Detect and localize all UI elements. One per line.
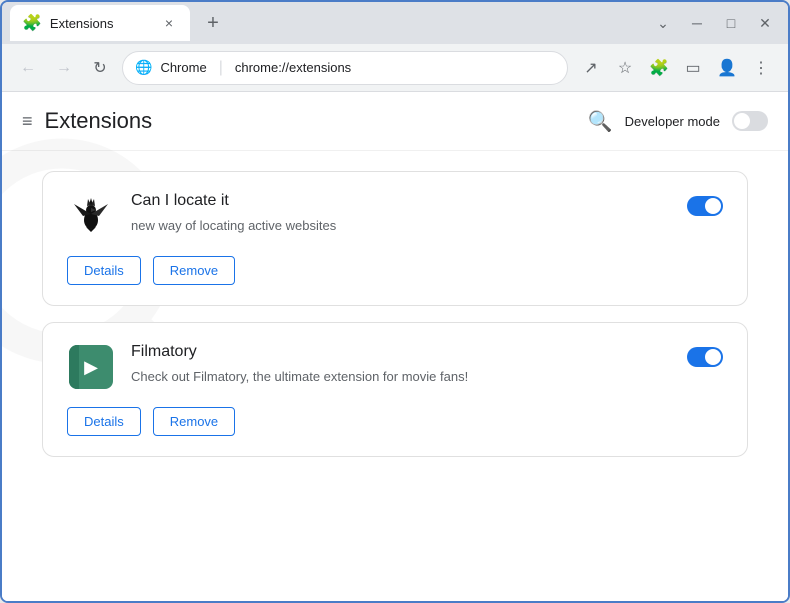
search-icon[interactable]: 🔍 (588, 109, 613, 134)
browser-toolbar: ← → ↻ 🌐 Chrome | chrome://extensions ↗ ☆… (2, 44, 788, 92)
browser-window: 🧩 Extensions × + ⌄ ─ □ ✕ ← → ↻ 🌐 Chrome … (0, 0, 790, 603)
extension-toggle-can-locate[interactable] (687, 196, 723, 216)
refresh-button[interactable]: ↻ (86, 54, 114, 82)
extension-card-filmatory: Filmatory Check out Filmatory, the ultim… (42, 322, 748, 457)
extensions-button[interactable]: 🧩 (644, 53, 674, 83)
new-tab-button[interactable]: + (198, 8, 228, 38)
developer-mode-label: Developer mode (625, 114, 720, 129)
title-bar: 🧩 Extensions × + ⌄ ─ □ ✕ (2, 2, 788, 44)
extension-card-can-locate: Can I locate it new way of locating acti… (42, 171, 748, 306)
profile-button[interactable]: 👤 (712, 53, 742, 83)
page-title: Extensions (45, 108, 588, 134)
details-button-filmatory[interactable]: Details (67, 407, 141, 436)
window-controls: ⌄ ─ □ ✕ (648, 12, 780, 34)
window-minimize-button[interactable]: ─ (682, 12, 712, 34)
window-collapse-button[interactable]: ⌄ (648, 12, 678, 34)
chrome-logo-icon: 🌐 (135, 59, 152, 76)
address-url: chrome://extensions (235, 60, 555, 75)
bookmark-button[interactable]: ☆ (610, 53, 640, 83)
extension-card-bottom-can-locate: Details Remove (67, 256, 723, 285)
page-content: ≡ Extensions 🔍 Developer mode (2, 92, 788, 601)
menu-button[interactable]: ⋮ (746, 53, 776, 83)
sidebar-button[interactable]: ▭ (678, 53, 708, 83)
extension-icon-can-locate (67, 192, 115, 240)
toggle-switch-filmatory[interactable] (687, 347, 723, 367)
extension-icon-filmatory (67, 343, 115, 391)
share-button[interactable]: ↗ (576, 53, 606, 83)
address-bar[interactable]: 🌐 Chrome | chrome://extensions (122, 51, 568, 85)
address-separator: | (219, 59, 223, 77)
extension-card-top: Can I locate it new way of locating acti… (67, 192, 723, 240)
extension-desc-can-locate: new way of locating active websites (131, 216, 723, 236)
tab-extensions-icon: 🧩 (22, 13, 42, 33)
can-locate-icon (69, 194, 113, 238)
remove-button-can-locate[interactable]: Remove (153, 256, 235, 285)
back-button[interactable]: ← (14, 54, 42, 82)
extension-name-can-locate: Can I locate it (131, 192, 723, 210)
extension-name-filmatory: Filmatory (131, 343, 723, 361)
window-maximize-button[interactable]: □ (716, 12, 746, 34)
window-close-button[interactable]: ✕ (750, 12, 780, 34)
forward-button[interactable]: → (50, 54, 78, 82)
tab-title: Extensions (50, 16, 152, 31)
extension-info-can-locate: Can I locate it new way of locating acti… (131, 192, 723, 236)
extensions-header: ≡ Extensions 🔍 Developer mode (2, 92, 788, 151)
toolbar-actions: ↗ ☆ 🧩 ▭ 👤 ⋮ (576, 53, 776, 83)
extension-toggle-filmatory[interactable] (687, 347, 723, 367)
extensions-list: Can I locate it new way of locating acti… (2, 151, 788, 493)
details-button-can-locate[interactable]: Details (67, 256, 141, 285)
filmatory-icon (69, 345, 113, 389)
filmatory-icon-strips (69, 345, 113, 389)
extension-info-filmatory: Filmatory Check out Filmatory, the ultim… (131, 343, 723, 387)
extension-desc-filmatory: Check out Filmatory, the ultimate extens… (131, 367, 723, 387)
toggle-switch-can-locate[interactable] (687, 196, 723, 216)
extension-card-bottom-filmatory: Details Remove (67, 407, 723, 436)
extension-card-top-filmatory: Filmatory Check out Filmatory, the ultim… (67, 343, 723, 391)
remove-button-filmatory[interactable]: Remove (153, 407, 235, 436)
tab-close-button[interactable]: × (160, 14, 178, 32)
developer-mode-toggle[interactable] (732, 111, 768, 131)
chrome-label: Chrome (160, 60, 206, 75)
browser-tab[interactable]: 🧩 Extensions × (10, 5, 190, 41)
sidebar-menu-icon[interactable]: ≡ (22, 111, 33, 132)
extensions-page: ≡ Extensions 🔍 Developer mode (2, 92, 788, 601)
header-right-controls: 🔍 Developer mode (588, 109, 768, 134)
